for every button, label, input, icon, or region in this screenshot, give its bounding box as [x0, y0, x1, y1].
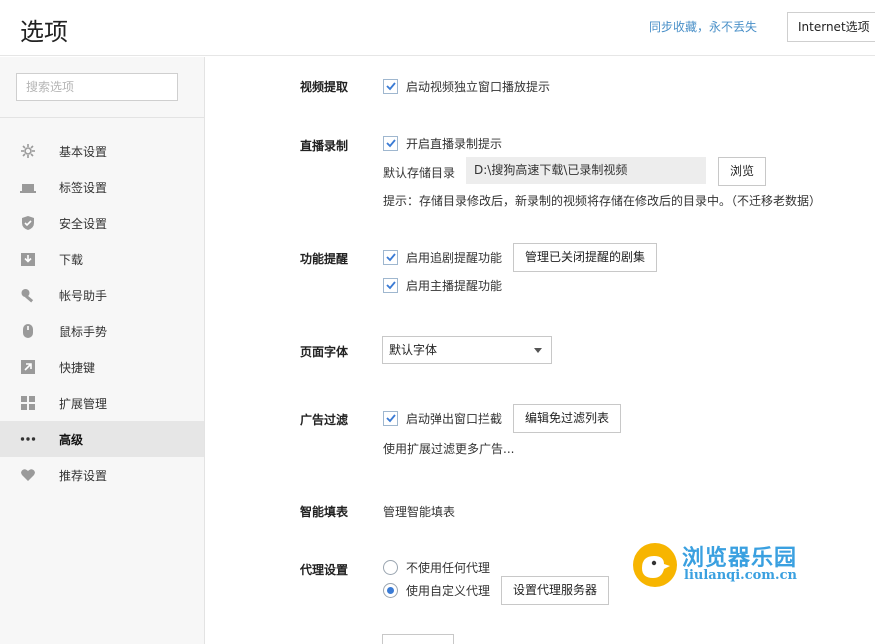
sidebar-item-account[interactable]: 帐号助手: [0, 277, 204, 313]
header: 选项 同步收藏，永不丢失 Internet选项: [0, 0, 875, 56]
manage-closed-reminders-button[interactable]: 管理已关闭提醒的剧集: [513, 243, 658, 272]
video-popup-option[interactable]: 启动视频独立窗口播放提示: [383, 76, 550, 96]
chevron-down-icon: [534, 348, 542, 353]
extension-grid-icon: [20, 395, 36, 411]
sidebar-item-label: 推荐设置: [59, 468, 108, 483]
live-section-label: 直播录制: [300, 139, 349, 153]
streamer-reminder-checkbox[interactable]: [383, 277, 398, 293]
popup-block-checkbox[interactable]: [383, 410, 398, 426]
streamer-reminder-option[interactable]: 启用主播提醒功能: [383, 275, 502, 295]
sidebar-item-label: 扩展管理: [59, 396, 108, 411]
font-select[interactable]: 默认字体: [382, 336, 552, 364]
sidebar-item-label: 鼠标手势: [59, 324, 108, 339]
search-input[interactable]: [16, 73, 178, 101]
sidebar-item-label: 下载: [59, 252, 84, 267]
watermark-url: liulanqi.com.cn: [684, 568, 797, 583]
sidebar-divider: [0, 117, 204, 118]
more-dots-icon: [20, 431, 36, 447]
internet-options-button[interactable]: Internet选项: [787, 12, 875, 42]
popup-block-option[interactable]: 启动弹出窗口拦截: [383, 408, 502, 428]
live-record-label: 开启直播录制提示: [406, 136, 503, 151]
extension-filter-link[interactable]: 使用扩展过滤更多广告...: [383, 440, 514, 457]
proxy-custom-radio[interactable]: [383, 582, 398, 598]
sidebar: 基本设置 标签设置 安全设置 下载 帐号助手: [0, 57, 205, 644]
video-section-label: 视频提取: [300, 80, 349, 94]
page-title: 选项: [20, 18, 68, 46]
sidebar-item-mouse-gesture[interactable]: 鼠标手势: [0, 313, 204, 349]
sidebar-item-recommend[interactable]: 推荐设置: [0, 457, 204, 493]
font-section-label: 页面字体: [300, 345, 349, 359]
proxy-server-button[interactable]: 设置代理服务器: [501, 576, 610, 605]
sidebar-item-security[interactable]: 安全设置: [0, 205, 204, 241]
popup-block-label: 启动弹出窗口拦截: [406, 411, 503, 426]
browse-button[interactable]: 浏览: [718, 157, 767, 186]
duck-logo-icon: [632, 542, 678, 588]
tab-icon: [20, 179, 36, 195]
cut-off-section-label: [300, 638, 350, 644]
sidebar-item-tabs[interactable]: 标签设置: [0, 169, 204, 205]
storage-dir-hint: 提示：存储目录修改后，新录制的视频将存储在修改后的目录中。（不迁移老数据）: [383, 194, 822, 208]
streamer-reminder-label: 启用主播提醒功能: [406, 278, 503, 293]
sidebar-item-label: 高级: [59, 432, 84, 447]
sidebar-item-basic[interactable]: 基本设置: [0, 133, 204, 169]
proxy-section-label: 代理设置: [300, 563, 349, 577]
recommend-heart-icon: [20, 467, 36, 483]
video-popup-label: 启动视频独立窗口播放提示: [406, 79, 551, 94]
sidebar-item-advanced[interactable]: 高级: [0, 421, 204, 457]
shortcut-arrow-icon: [20, 359, 36, 375]
autofill-section-label: 智能填表: [300, 505, 349, 519]
mouse-icon: [20, 323, 36, 339]
drama-reminder-checkbox[interactable]: [383, 249, 398, 265]
edit-whitelist-button[interactable]: 编辑免过滤列表: [513, 404, 622, 433]
site-watermark: 浏览器乐园 liulanqi.com.cn: [632, 540, 822, 590]
shield-icon: [20, 215, 36, 231]
sidebar-item-download[interactable]: 下载: [0, 241, 204, 277]
sync-link[interactable]: 同步收藏，永不丢失: [649, 18, 757, 35]
proxy-custom-label: 使用自定义代理: [406, 583, 491, 598]
proxy-none-label: 不使用任何代理: [406, 560, 491, 575]
drama-reminder-label: 启用追剧提醒功能: [406, 250, 503, 265]
manage-autofill-link[interactable]: 管理智能填表: [383, 503, 455, 520]
proxy-none-radio[interactable]: [383, 559, 398, 575]
sidebar-item-label: 标签设置: [59, 180, 108, 195]
sidebar-nav: 基本设置 标签设置 安全设置 下载 帐号助手 鼠标手势 快捷键 扩展管理 高级 …: [0, 133, 204, 493]
proxy-none-option[interactable]: 不使用任何代理: [383, 557, 490, 577]
sidebar-item-label: 帐号助手: [59, 288, 108, 303]
key-icon: [20, 287, 36, 303]
font-select-value: 默认字体: [389, 343, 438, 357]
cut-off-button[interactable]: [382, 634, 454, 644]
reminder-section-label: 功能提醒: [300, 252, 349, 266]
live-record-option[interactable]: 开启直播录制提示: [383, 133, 502, 153]
storage-dir-field[interactable]: D:\搜狗高速下载\已录制视频: [466, 157, 706, 184]
sidebar-item-label: 基本设置: [59, 144, 108, 159]
download-icon: [20, 251, 36, 267]
sidebar-item-extensions[interactable]: 扩展管理: [0, 385, 204, 421]
proxy-custom-option[interactable]: 使用自定义代理: [383, 580, 490, 600]
video-popup-checkbox[interactable]: [383, 78, 398, 94]
drama-reminder-option[interactable]: 启用追剧提醒功能: [383, 247, 502, 267]
adblock-section-label: 广告过滤: [300, 413, 349, 427]
sidebar-item-label: 安全设置: [59, 216, 108, 231]
storage-dir-label: 默认存储目录: [383, 166, 456, 180]
live-record-checkbox[interactable]: [383, 135, 398, 151]
gear-icon: [20, 143, 36, 159]
sidebar-item-label: 快捷键: [59, 360, 96, 375]
sidebar-item-shortcuts[interactable]: 快捷键: [0, 349, 204, 385]
